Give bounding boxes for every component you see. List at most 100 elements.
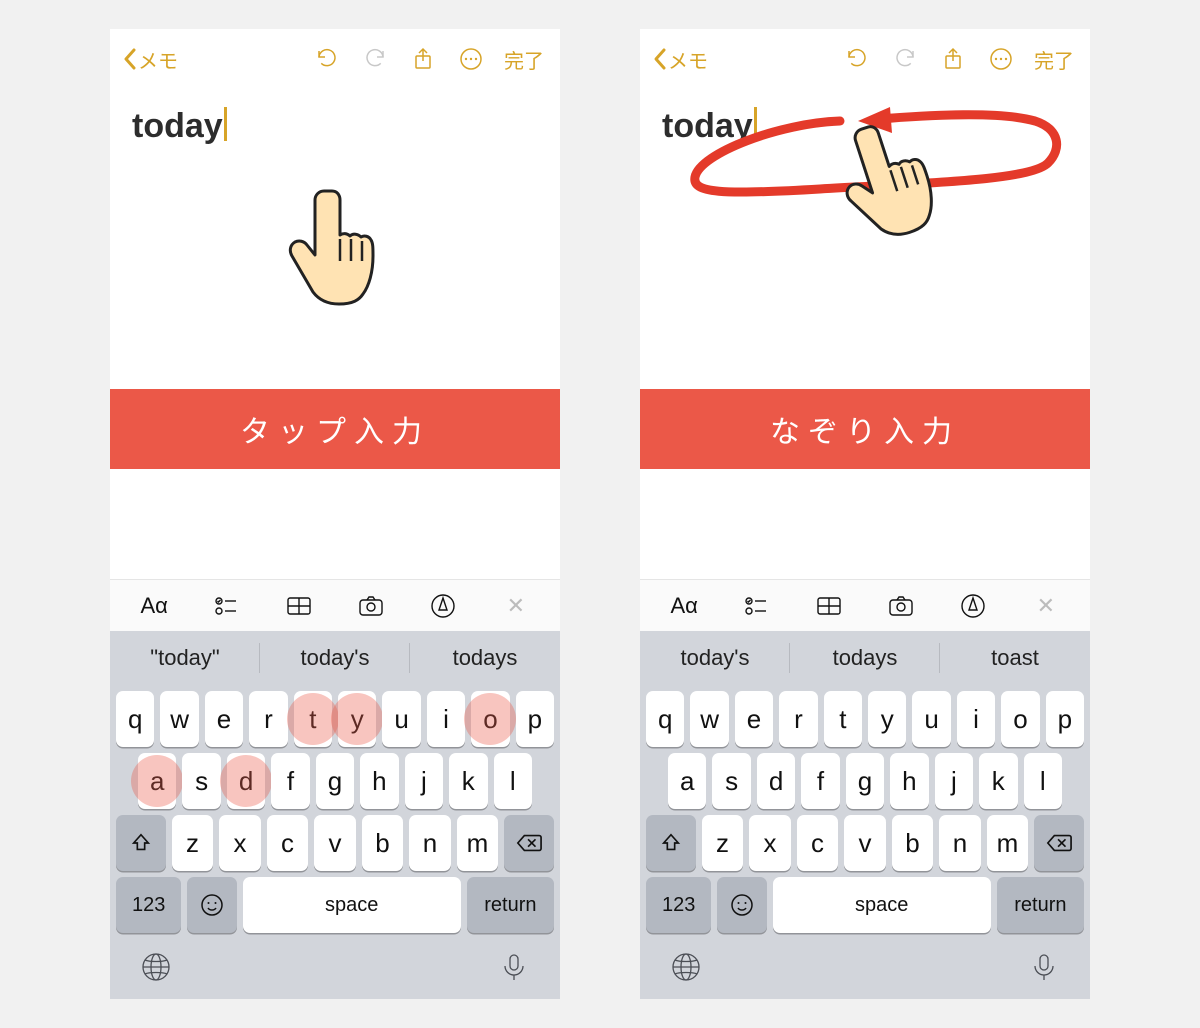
back-button[interactable]: メモ	[652, 45, 708, 74]
prediction-2[interactable]: today's	[260, 631, 410, 685]
key-r[interactable]: r	[779, 691, 817, 747]
key-t[interactable]: t	[824, 691, 862, 747]
key-c[interactable]: c	[267, 815, 308, 871]
key-o[interactable]: o	[1001, 691, 1039, 747]
redo-button[interactable]	[886, 40, 924, 78]
close-format-button[interactable]: ✕	[1020, 586, 1072, 626]
key-k[interactable]: k	[979, 753, 1017, 809]
key-y[interactable]: y	[338, 691, 376, 747]
key-c[interactable]: c	[797, 815, 838, 871]
key-h[interactable]: h	[890, 753, 928, 809]
globe-button[interactable]	[670, 951, 702, 988]
checklist-button[interactable]	[730, 586, 782, 626]
key-m[interactable]: m	[457, 815, 498, 871]
text-style-button[interactable]: Aα	[128, 586, 180, 626]
prediction-1[interactable]: today's	[640, 631, 790, 685]
key-b[interactable]: b	[362, 815, 403, 871]
table-button[interactable]	[803, 586, 855, 626]
note-editor[interactable]: today なぞり入力	[640, 89, 1090, 579]
key-e[interactable]: e	[735, 691, 773, 747]
dictation-button[interactable]	[498, 951, 530, 988]
key-o[interactable]: o	[471, 691, 509, 747]
key-p[interactable]: p	[516, 691, 554, 747]
key-v[interactable]: v	[314, 815, 355, 871]
key-x[interactable]: x	[749, 815, 790, 871]
more-button[interactable]	[982, 40, 1020, 78]
key-j[interactable]: j	[935, 753, 973, 809]
key-m[interactable]: m	[987, 815, 1028, 871]
key-h[interactable]: h	[360, 753, 398, 809]
prediction-3[interactable]: toast	[940, 631, 1090, 685]
more-button[interactable]	[452, 40, 490, 78]
shift-key[interactable]	[116, 815, 166, 871]
share-button[interactable]	[934, 40, 972, 78]
key-r[interactable]: r	[249, 691, 287, 747]
key-z[interactable]: z	[702, 815, 743, 871]
key-f[interactable]: f	[801, 753, 839, 809]
backspace-key[interactable]	[504, 815, 554, 871]
close-format-button[interactable]: ✕	[490, 586, 542, 626]
markup-button[interactable]	[417, 586, 469, 626]
key-d[interactable]: d	[757, 753, 795, 809]
return-key[interactable]: return	[467, 877, 554, 933]
checklist-button[interactable]	[200, 586, 252, 626]
key-i[interactable]: i	[957, 691, 995, 747]
markup-button[interactable]	[947, 586, 999, 626]
table-button[interactable]	[273, 586, 325, 626]
key-j[interactable]: j	[405, 753, 443, 809]
key-f[interactable]: f	[271, 753, 309, 809]
key-q[interactable]: q	[116, 691, 154, 747]
key-w[interactable]: w	[160, 691, 198, 747]
key-a[interactable]: a	[138, 753, 176, 809]
return-key[interactable]: return	[997, 877, 1084, 933]
key-i[interactable]: i	[427, 691, 465, 747]
backspace-key[interactable]	[1034, 815, 1084, 871]
key-t[interactable]: t	[294, 691, 332, 747]
text-style-button[interactable]: Aα	[658, 586, 710, 626]
share-button[interactable]	[404, 40, 442, 78]
key-b[interactable]: b	[892, 815, 933, 871]
key-u[interactable]: u	[382, 691, 420, 747]
done-button[interactable]: 完了	[1030, 45, 1078, 74]
key-e[interactable]: e	[205, 691, 243, 747]
key-l[interactable]: l	[494, 753, 532, 809]
key-n[interactable]: n	[409, 815, 450, 871]
globe-button[interactable]	[140, 951, 172, 988]
key-l[interactable]: l	[1024, 753, 1062, 809]
prediction-2[interactable]: todays	[790, 631, 940, 685]
key-s[interactable]: s	[182, 753, 220, 809]
prediction-3[interactable]: todays	[410, 631, 560, 685]
key-a[interactable]: a	[668, 753, 706, 809]
numeric-key[interactable]: 123	[116, 877, 181, 933]
undo-button[interactable]	[838, 40, 876, 78]
key-n[interactable]: n	[939, 815, 980, 871]
back-button[interactable]: メモ	[122, 45, 178, 74]
done-button[interactable]: 完了	[500, 45, 548, 74]
key-u[interactable]: u	[912, 691, 950, 747]
redo-button[interactable]	[356, 40, 394, 78]
key-y[interactable]: y	[868, 691, 906, 747]
key-v[interactable]: v	[844, 815, 885, 871]
note-editor[interactable]: today タップ入力	[110, 89, 560, 579]
camera-button[interactable]	[345, 586, 397, 626]
key-x[interactable]: x	[219, 815, 260, 871]
prediction-1[interactable]: "today"	[110, 631, 260, 685]
shift-key[interactable]	[646, 815, 696, 871]
emoji-key[interactable]	[717, 877, 766, 933]
numeric-key[interactable]: 123	[646, 877, 711, 933]
undo-button[interactable]	[308, 40, 346, 78]
key-q[interactable]: q	[646, 691, 684, 747]
key-p[interactable]: p	[1046, 691, 1084, 747]
dictation-button[interactable]	[1028, 951, 1060, 988]
key-s[interactable]: s	[712, 753, 750, 809]
key-d[interactable]: d	[227, 753, 265, 809]
space-key[interactable]: space	[773, 877, 991, 933]
camera-button[interactable]	[875, 586, 927, 626]
key-k[interactable]: k	[449, 753, 487, 809]
key-g[interactable]: g	[846, 753, 884, 809]
key-z[interactable]: z	[172, 815, 213, 871]
key-g[interactable]: g	[316, 753, 354, 809]
space-key[interactable]: space	[243, 877, 461, 933]
key-w[interactable]: w	[690, 691, 728, 747]
emoji-key[interactable]	[187, 877, 236, 933]
